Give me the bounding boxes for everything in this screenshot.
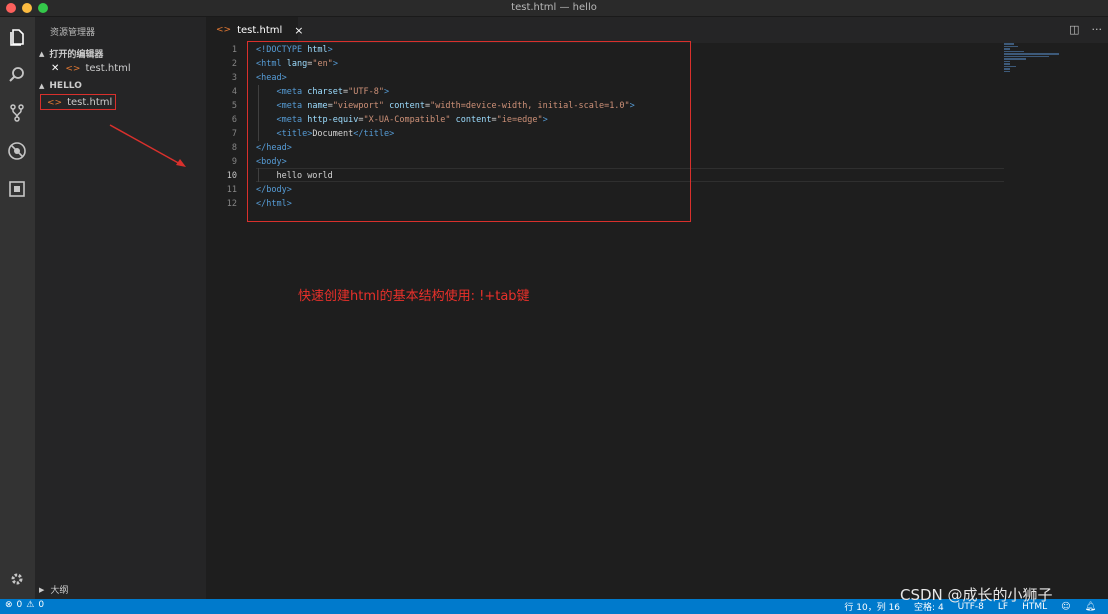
- line-number: 8: [231, 143, 237, 153]
- line-number: 2: [231, 59, 237, 69]
- explorer-sidebar: 资源管理器 ▲ 打开的编辑器 ✕ <> test.html ▲ HELLO <>…: [35, 17, 206, 599]
- watermark: CSDN @成长的小狮子: [900, 586, 1053, 604]
- gear-icon[interactable]: [5, 567, 29, 591]
- title-bar: test.html — hello: [0, 0, 1108, 17]
- tab-test-html[interactable]: <> test.html ×: [206, 17, 303, 43]
- source-control-icon[interactable]: [5, 101, 29, 125]
- caret-down-icon: ▲: [39, 49, 45, 58]
- folder-section-hello[interactable]: ▲ HELLO: [39, 81, 82, 91]
- notification-bell-icon[interactable]: 🔔︎: [1085, 602, 1096, 612]
- outline-section[interactable]: ▶ 大纲: [39, 583, 69, 597]
- outline-label: 大纲: [50, 586, 69, 596]
- open-editor-item[interactable]: ✕ <> test.html: [51, 63, 131, 74]
- warning-icon[interactable]: ⚠: [26, 600, 34, 610]
- close-icon[interactable]: ✕: [51, 63, 59, 74]
- html-file-icon: <>: [65, 63, 81, 74]
- window-title: test.html — hello: [511, 2, 597, 13]
- line-number: 9: [231, 157, 237, 167]
- error-icon[interactable]: ⊗: [5, 600, 13, 610]
- code-highlight-box: [247, 41, 691, 222]
- line-number: 12: [226, 199, 237, 209]
- html-file-icon: <>: [47, 97, 63, 108]
- error-count[interactable]: 0: [17, 600, 23, 610]
- annotation-arrow: [109, 124, 186, 167]
- explorer-icon[interactable]: [5, 25, 29, 49]
- caret-down-icon: ▲: [39, 82, 45, 90]
- more-actions-icon[interactable]: ···: [1092, 23, 1103, 36]
- line-number: 1: [231, 45, 237, 55]
- line-number: 4: [231, 87, 237, 97]
- folder-label: HELLO: [49, 81, 82, 91]
- split-editor-icon[interactable]: ◫: [1069, 23, 1079, 36]
- caret-right-icon: ▶: [39, 585, 45, 594]
- warning-count[interactable]: 0: [38, 600, 44, 610]
- html-file-icon: <>: [216, 25, 232, 35]
- line-number: 3: [231, 73, 237, 83]
- line-number: 5: [231, 101, 237, 111]
- activity-bar: [0, 17, 35, 599]
- close-tab-icon[interactable]: ×: [294, 24, 303, 37]
- search-icon[interactable]: [5, 63, 29, 87]
- annotation-text: 快速创建html的基本结构使用: !+tab键: [298, 289, 530, 304]
- feedback-smiley-icon[interactable]: ☺: [1061, 602, 1070, 612]
- open-editor-file-label: test.html: [85, 63, 131, 74]
- line-number: 10: [226, 171, 237, 181]
- sidebar-title: 资源管理器: [50, 28, 96, 38]
- file-label: test.html: [67, 97, 113, 108]
- file-item-test-html[interactable]: <> test.html: [47, 97, 112, 108]
- open-editors-section[interactable]: ▲ 打开的编辑器: [39, 47, 104, 61]
- open-editors-label: 打开的编辑器: [49, 50, 104, 60]
- debug-icon[interactable]: [5, 139, 29, 163]
- tab-label: test.html: [237, 24, 283, 36]
- line-number: 6: [231, 115, 237, 125]
- code-editor[interactable]: 1 2 3 4 5 6 7 8 9 10 11 12 <!DOCTYPE html> <html la…: [206, 41, 1108, 599]
- cursor-position[interactable]: 行 10，列 16: [844, 600, 900, 613]
- extensions-icon[interactable]: [5, 177, 29, 201]
- tab-bar: <> test.html × ◫ ···: [206, 17, 1108, 43]
- minimap[interactable]: [1004, 43, 1064, 73]
- line-number: 11: [226, 185, 237, 195]
- line-number: 7: [231, 129, 237, 139]
